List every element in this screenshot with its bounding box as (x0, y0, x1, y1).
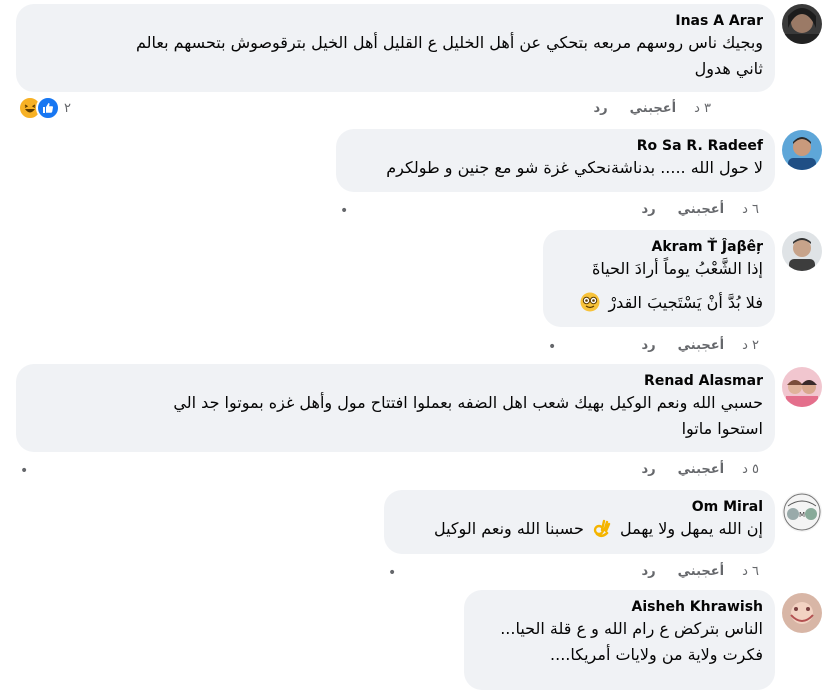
reaction-count: ٢ (64, 100, 71, 116)
comment-text: وبجيك ناس روسهم مربعه بتحكي عن أهل الخلي… (136, 33, 763, 78)
comment-text: لا حول الله ..... بدناشةنحكي غزة شو مع ج… (386, 158, 763, 177)
more-options-dot-icon[interactable]: • (340, 204, 348, 218)
comment-bubble: Akram Ť Ĵaβêŗ إذا الشَّعْبُ يوماً أرادَ … (543, 230, 775, 327)
comment-text: إن الله يمهل ولا يهمل حسبنا الله ونعم ال… (396, 516, 763, 546)
like-button[interactable]: أعجبني (678, 202, 724, 218)
avatar[interactable] (782, 231, 822, 271)
comment-bubble: Renad Alasmar حسبي الله ونعم الوكيل بهيك… (16, 364, 775, 452)
svg-text:M: M (799, 511, 805, 519)
comment-author[interactable]: Renad Alasmar (28, 372, 763, 390)
nerd-face-emoji-icon (580, 292, 600, 320)
more-options-dot-icon[interactable]: • (548, 340, 556, 354)
ok-hand-emoji-icon (592, 518, 612, 546)
comment-time[interactable]: ٦ د (742, 202, 759, 218)
reaction-summary[interactable]: ٢ (18, 96, 71, 120)
like-button[interactable]: أعجبني (678, 338, 724, 354)
reply-button[interactable]: رد (641, 462, 655, 478)
comment-actions: ٦ د أعجبني رد (641, 564, 759, 580)
comment-time[interactable]: ٦ د (742, 564, 759, 580)
reply-button[interactable]: رد (641, 338, 655, 354)
avatar[interactable] (782, 593, 822, 633)
comment-actions: ٣ د أعجبني رد (593, 101, 711, 117)
more-options-dot-icon[interactable]: • (388, 566, 396, 580)
comment-actions: ٢ د أعجبني رد (641, 338, 759, 354)
like-button[interactable]: أعجبني (678, 462, 724, 478)
comment-time[interactable]: ٥ د (742, 462, 759, 478)
like-reaction-icon (36, 96, 60, 120)
comment-time[interactable]: ٢ د (742, 338, 759, 354)
comment-bubble: Ro Sa R. Radeef لا حول الله ..... بدناشة… (336, 129, 775, 192)
comment-text: حسبي الله ونعم الوكيل بهيك شعب اهل الضفه… (173, 393, 763, 438)
more-options-dot-icon[interactable]: • (20, 464, 28, 478)
avatar[interactable]: M (782, 492, 822, 532)
avatar[interactable] (782, 130, 822, 170)
comment-actions: ٦ د أعجبني رد (641, 202, 759, 218)
like-button[interactable]: أعجبني (630, 101, 676, 117)
comment-text: إذا الشَّعْبُ يوماً أرادَ الحياةَ فلا بُ… (555, 256, 763, 320)
comment-text: الناس بتركض ع رام الله و ع قلة الحيا... … (500, 619, 763, 664)
reply-button[interactable]: رد (641, 202, 655, 218)
like-button[interactable]: أعجبني (678, 564, 724, 580)
comment-author[interactable]: Inas A Arar (28, 12, 763, 30)
comment-bubble: Om Miral إن الله يمهل ولا يهمل حسبنا الل… (384, 490, 775, 554)
avatar[interactable] (782, 367, 822, 407)
comment-author[interactable]: Akram Ť Ĵaβêŗ (555, 238, 763, 256)
comment-time[interactable]: ٣ د (694, 101, 711, 117)
reply-button[interactable]: رد (593, 101, 607, 117)
comment-author[interactable]: Ro Sa R. Radeef (348, 137, 763, 155)
comment-bubble: Inas A Arar وبجيك ناس روسهم مربعه بتحكي … (16, 4, 775, 92)
comment-bubble: Aisheh Khrawish الناس بتركض ع رام الله و… (464, 590, 775, 690)
comment-author[interactable]: Aisheh Khrawish (476, 598, 763, 616)
reply-button[interactable]: رد (641, 564, 655, 580)
comment-author[interactable]: Om Miral (396, 498, 763, 516)
avatar[interactable] (782, 4, 822, 44)
comment-actions: ٥ د أعجبني رد (641, 462, 759, 478)
